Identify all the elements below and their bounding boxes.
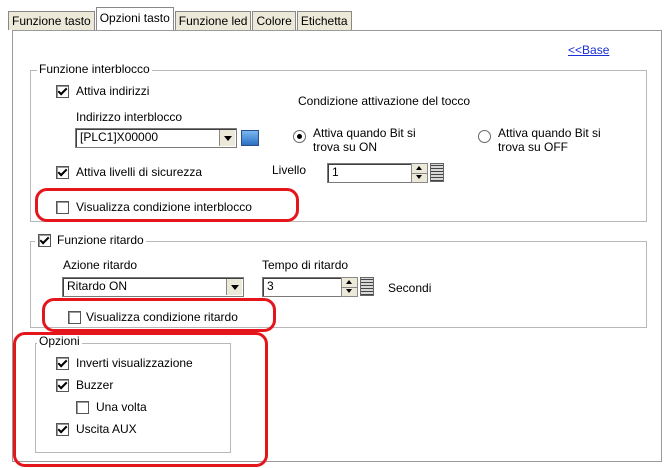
level-stepper[interactable] (411, 163, 428, 183)
tab-opzioni-tasto[interactable]: Opzioni tasto (95, 7, 174, 30)
delay-time-value: 3 (267, 279, 274, 293)
radio-off-label-2: trova su OFF (498, 140, 569, 154)
spin-down-icon[interactable] (342, 287, 357, 296)
address-keypad-icon[interactable] (241, 130, 259, 146)
delay-time-label: Tempo di ritardo (262, 258, 349, 272)
touch-condition-label: Condizione attivazione del tocco (298, 94, 471, 108)
enable-address-checkbox[interactable] (56, 85, 69, 98)
security-label: Attiva livelli di sicurezza (76, 165, 203, 179)
interlock-legend: Funzione interblocco (37, 62, 152, 76)
level-label: Livello (272, 163, 307, 177)
tab-funzione-led[interactable]: Funzione led (174, 11, 252, 30)
base-link[interactable]: <<Base (568, 43, 609, 57)
delay-time-stepper[interactable] (341, 277, 358, 297)
highlight-options (13, 332, 268, 467)
highlight-interlock (35, 188, 299, 222)
level-input[interactable]: 1 (327, 163, 412, 183)
level-value: 1 (332, 165, 339, 179)
radio-on-label-2: trova su ON (313, 140, 378, 154)
delay-unit: Secondi (388, 281, 432, 295)
radio-on-label-1: Attiva quando Bit si (313, 126, 416, 140)
delay-keypad-icon[interactable] (360, 277, 374, 296)
radio-off-label-1: Attiva quando Bit si (498, 126, 601, 140)
radio-bit-off[interactable] (478, 130, 491, 143)
tab-colore[interactable]: Colore (252, 11, 296, 30)
delay-action-label: Azione ritardo (63, 258, 138, 272)
chevron-down-icon[interactable] (226, 279, 242, 295)
address-label: Indirizzo interblocco (76, 110, 183, 124)
delay-time-input[interactable]: 3 (262, 277, 342, 297)
delay-enable-checkbox[interactable] (38, 234, 51, 247)
tab-funzione-tasto[interactable]: Funzione tasto (8, 11, 95, 30)
enable-address-label: Attiva indirizzi (76, 84, 150, 98)
delay-action-value: Ritardo ON (67, 279, 128, 293)
tab-etichetta[interactable]: Etichetta (296, 11, 352, 30)
highlight-delay (42, 298, 276, 332)
chevron-down-icon[interactable] (219, 130, 235, 146)
address-value: [PLC1]X00000 (80, 130, 159, 144)
address-combo[interactable]: [PLC1]X00000 (75, 128, 237, 148)
delay-action-combo[interactable]: Ritardo ON (62, 277, 244, 297)
level-keypad-icon[interactable] (430, 163, 444, 182)
security-checkbox[interactable] (56, 166, 69, 179)
tab-bar: Funzione tasto Opzioni tasto Funzione le… (8, 7, 353, 30)
spin-down-icon[interactable] (412, 173, 427, 182)
radio-bit-on[interactable] (293, 130, 306, 143)
delay-legend: Funzione ritardo (35, 233, 146, 247)
